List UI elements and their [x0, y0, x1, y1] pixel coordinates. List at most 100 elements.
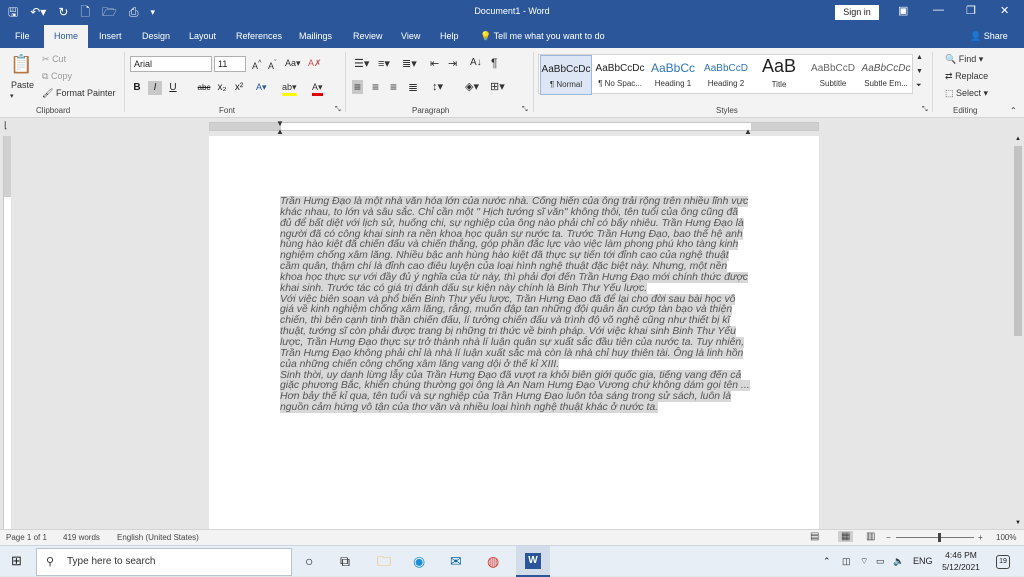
tab-home[interactable]: Home	[44, 25, 89, 48]
clock[interactable]: 4:46 PM 5/12/2021	[938, 549, 984, 573]
show-hidden-icons-icon[interactable]: ⌃	[823, 546, 831, 577]
font-size-select[interactable]: 11	[214, 56, 246, 72]
sign-in-button[interactable]: Sign in	[835, 5, 879, 20]
minimize-icon[interactable]: —	[933, 4, 944, 16]
bullets-icon[interactable]: ☰▾	[354, 57, 369, 70]
zoom-level[interactable]: 100%	[996, 533, 1016, 542]
scroll-up-icon[interactable]: ▲	[1015, 136, 1021, 142]
style-subtitle[interactable]: AaBbCcD Subtitle	[807, 55, 859, 95]
line-spacing-icon[interactable]: ↕▾	[432, 80, 443, 93]
tab-references[interactable]: References	[236, 25, 282, 48]
tab-mailings[interactable]: Mailings	[299, 25, 332, 48]
tab-help[interactable]: Help	[440, 25, 459, 48]
font-color-icon[interactable]: A▾	[312, 82, 323, 96]
cut-button[interactable]: ✂ Cut	[42, 54, 66, 65]
increase-indent-icon[interactable]: ⇥	[448, 57, 457, 70]
copy-button[interactable]: ⧉ Copy	[42, 71, 72, 82]
close-icon[interactable]: ✕	[1000, 4, 1009, 17]
styles-scroll-up-icon[interactable]: ▲	[916, 54, 923, 61]
tab-design[interactable]: Design	[142, 25, 170, 48]
tab-view[interactable]: View	[401, 25, 420, 48]
document-body[interactable]: Trần Hưng Đạo là một nhà văn hóa lớn của…	[280, 196, 750, 414]
task-view-icon[interactable]: ⧉	[340, 553, 350, 569]
styles-dialog-launcher-icon[interactable]: ⤡	[922, 106, 928, 114]
highlight-icon[interactable]: ab▾	[282, 82, 297, 96]
paste-dropdown-icon[interactable]: ▾	[10, 92, 14, 100]
ribbon-display-options-icon[interactable]: ▣	[898, 4, 908, 17]
align-center-icon[interactable]: ≡	[372, 80, 379, 94]
change-case-icon[interactable]: Aa▾	[285, 58, 301, 69]
find-button[interactable]: 🔍 Find ▾	[945, 54, 983, 65]
shrink-font-icon[interactable]: Aˇ	[268, 58, 277, 71]
tab-file[interactable]: File	[15, 25, 30, 48]
style-heading-2[interactable]: AaBbCcD Heading 2	[700, 55, 752, 95]
justify-icon[interactable]: ≣	[408, 80, 418, 94]
borders-icon[interactable]: ⊞▾	[490, 80, 505, 93]
tab-insert[interactable]: Insert	[99, 25, 122, 48]
zoom-slider[interactable]	[896, 537, 974, 538]
align-left-icon[interactable]: ≡	[352, 80, 364, 94]
web-layout-icon[interactable]: ▥	[866, 531, 875, 542]
collapse-ribbon-icon[interactable]: ⌃	[1010, 106, 1017, 115]
edge-icon[interactable]: ◉	[413, 553, 425, 569]
shading-icon[interactable]: ◈▾	[465, 80, 479, 93]
zoom-in-icon[interactable]: +	[978, 533, 983, 542]
underline-button[interactable]: U	[166, 81, 180, 95]
scroll-down-icon[interactable]: ▼	[1015, 520, 1021, 526]
zoom-slider-thumb[interactable]	[938, 533, 941, 542]
paragraph[interactable]: Hơn bảy thế kỉ qua, tên tuổi và sự nghiệ…	[280, 391, 750, 414]
paragraph-dialog-launcher-icon[interactable]: ⤡	[522, 106, 528, 114]
show-paragraph-marks-icon[interactable]: ¶	[491, 56, 497, 70]
zoom-out-icon[interactable]: −	[886, 533, 891, 542]
superscript-button[interactable]: x²	[232, 81, 246, 95]
styles-more-icon[interactable]: ⏷	[916, 82, 922, 90]
cortana-icon[interactable]: ○	[305, 553, 313, 569]
notifications-button[interactable]: 19	[996, 555, 1010, 569]
meet-now-icon[interactable]: ◫	[842, 546, 851, 577]
taskbar-search[interactable]: ⚲ Type here to search	[36, 548, 292, 576]
focus-mode-icon[interactable]: ▤	[810, 531, 819, 542]
left-indent-icon[interactable]: ▲	[276, 127, 284, 136]
strikethrough-button[interactable]: abc	[195, 81, 213, 95]
restore-icon[interactable]: ❐	[966, 4, 976, 17]
clear-formatting-icon[interactable]: A✗	[308, 58, 322, 69]
italic-button[interactable]: I	[148, 81, 162, 95]
chrome-icon[interactable]: ◍	[487, 553, 499, 569]
replace-button[interactable]: ⇄ Replace	[945, 71, 988, 82]
font-name-select[interactable]: Arial	[130, 56, 212, 72]
page-count[interactable]: Page 1 of 1	[6, 533, 47, 542]
windows-start-icon[interactable]: ⊞	[11, 553, 22, 569]
scroll-thumb[interactable]	[1014, 146, 1022, 336]
styles-scroll-down-icon[interactable]: ▼	[916, 68, 923, 75]
word-count[interactable]: 419 words	[63, 533, 100, 542]
tab-review[interactable]: Review	[353, 25, 383, 48]
subscript-button[interactable]: x₂	[215, 81, 229, 95]
tab-selector-icon[interactable]: ⌊	[4, 120, 8, 131]
volume-icon[interactable]: 🔈	[893, 546, 904, 577]
style-no-spacing[interactable]: AaBbCcDc ¶ No Spac...	[594, 55, 646, 95]
battery-icon[interactable]: ▭	[876, 546, 885, 577]
mail-icon[interactable]: ✉	[450, 553, 462, 569]
word-taskbar-button[interactable]: W	[516, 546, 550, 577]
paragraph[interactable]: Sinh thời, uy danh lừng lẫy của Trần Hưn…	[280, 369, 750, 393]
style-subtle-emphasis[interactable]: AaBbCcDc Subtle Em...	[860, 55, 912, 95]
style-title[interactable]: AaB Title	[753, 55, 805, 95]
language-indicator[interactable]: English (United States)	[117, 533, 199, 542]
print-layout-icon[interactable]: ▦	[838, 531, 854, 542]
font-dialog-launcher-icon[interactable]: ⤡	[335, 106, 341, 114]
paste-icon[interactable]: 📋	[10, 54, 32, 75]
paragraph[interactable]: Trần Hưng Đạo là một nhà văn hóa lớn của…	[280, 196, 750, 295]
share-button[interactable]: 👤 Share	[970, 25, 1008, 48]
text-effects-icon[interactable]: A▾	[256, 82, 267, 93]
paste-button[interactable]: Paste	[11, 80, 34, 90]
tab-layout[interactable]: Layout	[189, 25, 216, 48]
sort-icon[interactable]: A↓	[470, 57, 482, 68]
right-indent-icon[interactable]: ▲	[744, 127, 752, 136]
select-button[interactable]: ⬚ Select ▾	[945, 88, 988, 99]
style-normal[interactable]: AaBbCcDc ¶ Normal	[540, 55, 592, 95]
document-page[interactable]: Trần Hưng Đạo là một nhà văn hóa lớn của…	[209, 136, 819, 529]
paragraph[interactable]: Với việc biên soạn và phổ biến Binh Thư …	[280, 293, 750, 371]
vertical-scrollbar[interactable]: ▲ ▼	[1012, 136, 1024, 529]
input-language[interactable]: ENG	[913, 546, 933, 577]
decrease-indent-icon[interactable]: ⇤	[430, 57, 439, 70]
